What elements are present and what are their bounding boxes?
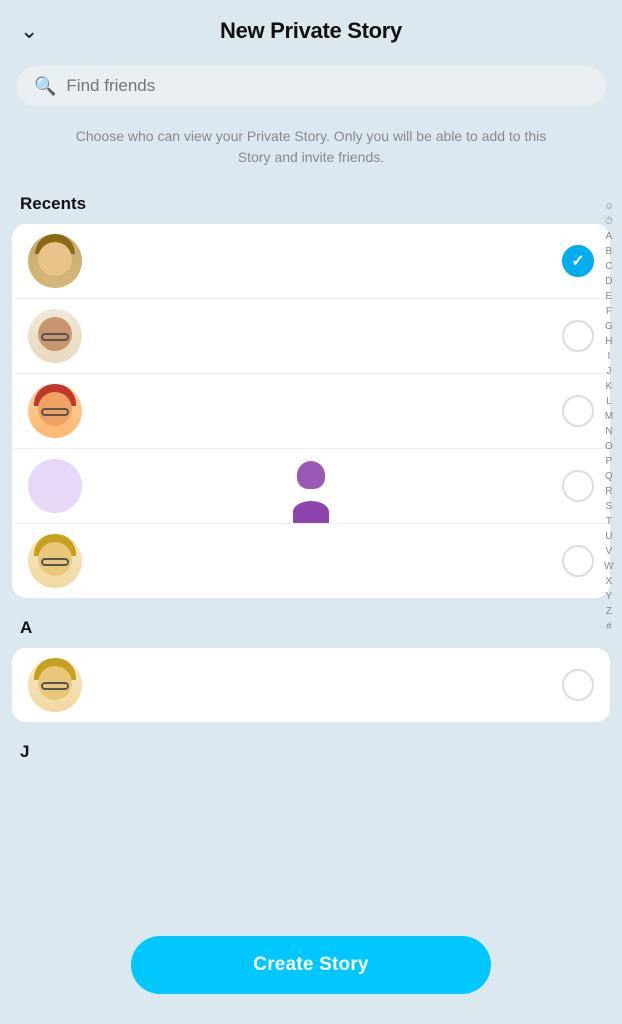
- search-input[interactable]: [66, 76, 588, 96]
- alpha-v[interactable]: V: [604, 545, 615, 559]
- alpha-q[interactable]: Q: [603, 470, 615, 484]
- select-checkbox[interactable]: [562, 245, 594, 277]
- avatar: [28, 459, 82, 513]
- select-checkbox[interactable]: [562, 320, 594, 352]
- alpha-i[interactable]: I: [606, 350, 613, 364]
- search-bar: 🔍: [16, 66, 606, 106]
- alpha-p[interactable]: P: [604, 455, 615, 469]
- alpha-u[interactable]: U: [603, 530, 614, 544]
- alpha-t[interactable]: T: [604, 515, 614, 529]
- j-section-header: J: [0, 732, 622, 768]
- select-checkbox[interactable]: [562, 669, 594, 701]
- select-checkbox[interactable]: [562, 470, 594, 502]
- alpha-x[interactable]: X: [604, 575, 615, 589]
- alpha-m[interactable]: M: [603, 410, 615, 424]
- list-item[interactable]: [12, 374, 610, 449]
- a-list: [12, 648, 610, 722]
- list-item[interactable]: [12, 449, 610, 524]
- avatar: [28, 658, 82, 712]
- alpha-j[interactable]: J: [604, 365, 613, 379]
- a-section-header: A: [0, 608, 622, 644]
- alpha-b[interactable]: B: [604, 245, 615, 259]
- alphabet-sidebar: ☺ ⏱ A B C D E F G H I J K L M N O P Q R …: [602, 200, 616, 634]
- avatar: [28, 234, 82, 288]
- alpha-z[interactable]: Z: [604, 605, 614, 619]
- avatar: [28, 309, 82, 363]
- search-icon: 🔍: [34, 77, 56, 95]
- page-title: New Private Story: [220, 18, 402, 44]
- header: ⌄ New Private Story: [0, 0, 622, 58]
- select-checkbox[interactable]: [562, 395, 594, 427]
- alpha-r[interactable]: R: [603, 485, 614, 499]
- avatar: [28, 384, 82, 438]
- alpha-y[interactable]: Y: [604, 590, 615, 604]
- avatar: [28, 534, 82, 588]
- alpha-clock[interactable]: ⏱: [603, 215, 615, 229]
- alpha-a[interactable]: A: [604, 230, 615, 244]
- select-checkbox[interactable]: [562, 545, 594, 577]
- recents-list: [12, 224, 610, 598]
- alpha-c[interactable]: C: [603, 260, 614, 274]
- alpha-s[interactable]: S: [604, 500, 615, 514]
- alpha-d[interactable]: D: [603, 275, 614, 289]
- description-text: Choose who can view your Private Story. …: [0, 118, 622, 184]
- alpha-l[interactable]: L: [604, 395, 614, 409]
- alpha-k[interactable]: K: [604, 380, 615, 394]
- list-item[interactable]: [12, 299, 610, 374]
- alpha-h[interactable]: H: [603, 335, 614, 349]
- alpha-w[interactable]: W: [602, 560, 615, 574]
- alpha-n[interactable]: N: [603, 425, 614, 439]
- back-chevron[interactable]: ⌄: [20, 18, 38, 44]
- list-item[interactable]: [12, 524, 610, 598]
- bottom-action-area: Create Story: [131, 936, 491, 994]
- alpha-emoji[interactable]: ☺: [602, 200, 616, 214]
- alpha-hash[interactable]: #: [604, 620, 614, 634]
- create-story-button[interactable]: Create Story: [131, 936, 491, 994]
- alpha-o[interactable]: O: [603, 440, 615, 454]
- alpha-f[interactable]: F: [604, 305, 614, 319]
- search-container: 🔍: [0, 58, 622, 118]
- alpha-g[interactable]: G: [603, 320, 615, 334]
- recents-section-header: Recents: [0, 184, 622, 220]
- alpha-e[interactable]: E: [604, 290, 615, 304]
- list-item[interactable]: [12, 648, 610, 722]
- content-area: Recents: [0, 184, 622, 768]
- list-item[interactable]: [12, 224, 610, 299]
